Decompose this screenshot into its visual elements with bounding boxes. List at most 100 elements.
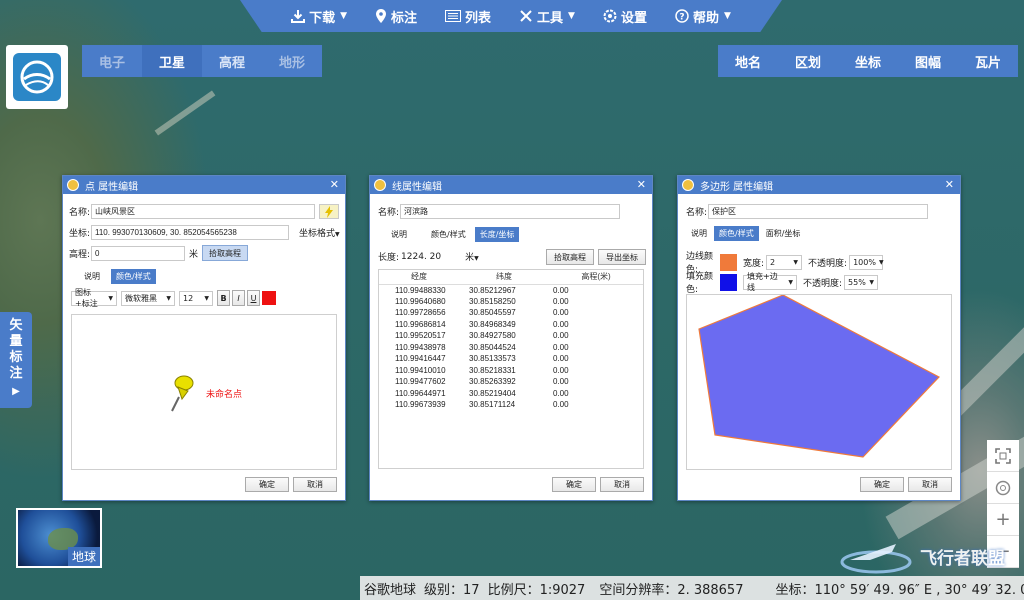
tab-description[interactable]: 说明 bbox=[79, 269, 105, 284]
pick-elevation-button[interactable]: 拾取高程 bbox=[202, 245, 249, 261]
watermark-text: 飞行者联盟 bbox=[920, 549, 1005, 569]
ok-button[interactable]: 确定 bbox=[552, 477, 596, 492]
tab-length-coords[interactable]: 长度/坐标 bbox=[474, 227, 520, 242]
column-header: 纬度 bbox=[459, 270, 549, 285]
border-color-swatch[interactable] bbox=[720, 253, 737, 271]
coord-input[interactable]: 110. 993070130609, 30. 852054565238 bbox=[91, 225, 289, 240]
table-row[interactable]: 110.99640680 30.85158250 0.00 bbox=[379, 296, 643, 308]
app-logo[interactable] bbox=[6, 45, 68, 109]
tab-color-style[interactable]: 颜色/样式 bbox=[714, 226, 759, 241]
point-preview-label: 未命名点 bbox=[206, 390, 243, 400]
fill-color-swatch[interactable] bbox=[720, 273, 737, 291]
cancel-button[interactable]: 取消 bbox=[600, 477, 644, 492]
icon-mode-select[interactable]: 图标+标注 ▼ bbox=[71, 288, 117, 308]
tab-coordinate[interactable]: 坐标 bbox=[838, 45, 898, 77]
column-header: 高程(米) bbox=[549, 270, 643, 285]
table-row[interactable]: 110.99438978 30.85044524 0.00 bbox=[379, 342, 643, 354]
tab-color-style[interactable]: 颜色/样式 bbox=[111, 269, 156, 284]
export-coords-button[interactable]: 导出坐标 bbox=[598, 249, 646, 265]
table-row[interactable]: 110.99410010 30.85218331 0.00 bbox=[379, 365, 643, 377]
tab-district[interactable]: 区划 bbox=[778, 45, 838, 77]
zoom-in-button[interactable]: + bbox=[987, 504, 1019, 536]
tab-electronic[interactable]: 电子 bbox=[82, 45, 142, 77]
elevation-cell: 0.00 bbox=[553, 319, 569, 329]
table-row[interactable]: 110.99673939 30.85171124 0.00 bbox=[379, 399, 643, 411]
latitude-cell: 30.85044524 bbox=[469, 342, 516, 352]
globe-label: 地球 bbox=[67, 547, 100, 566]
tab-color-style[interactable]: 颜色/样式 bbox=[426, 227, 471, 242]
width-select[interactable]: 2 ▼ bbox=[766, 254, 803, 270]
length-unit-select[interactable]: 米▼ bbox=[465, 250, 479, 263]
download-menu[interactable]: 下载 ▼ bbox=[277, 0, 361, 32]
fill-opacity-value: 55% bbox=[848, 277, 866, 287]
tab-tile[interactable]: 瓦片 bbox=[958, 45, 1018, 77]
name-label: 名称: bbox=[378, 208, 400, 218]
border-opacity-select[interactable]: 100% ▼ bbox=[849, 254, 884, 270]
mark-button[interactable]: 标注 bbox=[361, 0, 431, 32]
close-icon[interactable]: ✕ bbox=[330, 178, 339, 191]
name-input[interactable]: 山峡风景区 bbox=[91, 204, 315, 219]
ok-button[interactable]: 确定 bbox=[245, 477, 289, 492]
font-size-value: 12 bbox=[183, 293, 194, 303]
table-row[interactable]: 110.99520517 30.84927580 0.00 bbox=[379, 330, 643, 342]
dialog-title: 多边形 属性编辑 bbox=[700, 181, 774, 193]
coords-table: 经度 纬度 高程(米) 110.99488330 30.85212967 0.00 1… bbox=[379, 270, 643, 411]
pick-elevation-button[interactable]: 拾取高程 bbox=[546, 249, 594, 265]
text-color-swatch[interactable] bbox=[262, 291, 276, 305]
name-input[interactable]: 河滨路 bbox=[400, 204, 620, 219]
bold-button[interactable]: B bbox=[217, 290, 230, 306]
fill-opacity-select[interactable]: 55% ▼ bbox=[844, 274, 879, 290]
italic-button[interactable]: I bbox=[232, 290, 245, 306]
globe-view-button[interactable]: 地球 bbox=[16, 508, 102, 568]
width-value: 2 bbox=[770, 257, 776, 267]
svg-text:?: ? bbox=[679, 13, 684, 23]
name-label: 名称: bbox=[686, 208, 708, 218]
chevron-down-icon: ▼ bbox=[474, 255, 479, 262]
name-input[interactable]: 保护区 bbox=[708, 204, 928, 219]
compass-button[interactable] bbox=[987, 472, 1019, 504]
font-size-select[interactable]: 12 ▼ bbox=[179, 290, 213, 306]
tab-map-sheet[interactable]: 图幅 bbox=[898, 45, 958, 77]
table-row[interactable]: 110.99728656 30.85045597 0.00 bbox=[379, 307, 643, 319]
chevron-down-icon: ▼ bbox=[878, 258, 884, 266]
tab-elevation[interactable]: 高程 bbox=[202, 45, 262, 77]
latitude-cell: 30.85171124 bbox=[469, 400, 516, 410]
fullscreen-button[interactable] bbox=[987, 440, 1019, 472]
tools-menu[interactable]: 工具 ▼ bbox=[505, 0, 589, 32]
coords-table-panel: 经度 纬度 高程(米) 110.99488330 30.85212967 0.00 1… bbox=[378, 269, 644, 469]
close-icon[interactable]: ✕ bbox=[945, 178, 954, 191]
spatial-resolution: 空间分辨率：2. 388657 bbox=[599, 582, 744, 598]
coord-format-select[interactable]: 坐标格式▼ bbox=[299, 226, 340, 239]
elevation-input[interactable]: 0 bbox=[91, 245, 185, 261]
column-header: 经度 bbox=[379, 270, 459, 285]
close-icon[interactable]: ✕ bbox=[637, 178, 646, 191]
table-row[interactable]: 110.99477602 30.85263392 0.00 bbox=[379, 376, 643, 388]
download-label: 下载 bbox=[309, 10, 336, 26]
table-row[interactable]: 110.99416447 30.85133573 0.00 bbox=[379, 353, 643, 365]
table-row[interactable]: 110.99644971 30.85219404 0.00 bbox=[379, 388, 643, 400]
tab-description[interactable]: 说明 bbox=[386, 227, 412, 242]
table-row[interactable]: 110.99686814 30.84968349 0.00 bbox=[379, 319, 643, 331]
cancel-button[interactable]: 取消 bbox=[908, 477, 952, 492]
app-icon bbox=[374, 179, 386, 191]
fill-mode-select[interactable]: 填充+边线 ▼ bbox=[743, 272, 797, 292]
lightning-icon[interactable] bbox=[319, 204, 339, 219]
pushpin-icon bbox=[168, 373, 196, 416]
tab-place-name[interactable]: 地名 bbox=[718, 45, 778, 77]
tab-satellite[interactable]: 卫星 bbox=[142, 45, 202, 77]
ok-button[interactable]: 确定 bbox=[860, 477, 904, 492]
cancel-button[interactable]: 取消 bbox=[293, 477, 337, 492]
table-row[interactable]: 110.99488330 30.85212967 0.00 bbox=[379, 284, 643, 296]
map-source: 谷歌地球 bbox=[364, 582, 417, 598]
tab-description[interactable]: 说明 bbox=[686, 226, 712, 241]
underline-button[interactable]: U bbox=[247, 290, 260, 306]
vector-annotation-tab[interactable]: 矢 量 标 注 ▶ bbox=[0, 312, 32, 408]
list-button[interactable]: 列表 bbox=[431, 0, 505, 32]
tab-area-coords[interactable]: 面积/坐标 bbox=[761, 226, 806, 241]
font-select[interactable]: 微软雅黑 ▼ bbox=[121, 290, 175, 306]
tab-terrain[interactable]: 地形 bbox=[262, 45, 322, 77]
app-icon bbox=[682, 179, 694, 191]
vector-tab-char: 标 bbox=[9, 350, 23, 365]
settings-button[interactable]: 设置 bbox=[589, 0, 661, 32]
help-menu[interactable]: ? 帮助 ▼ bbox=[661, 0, 745, 32]
